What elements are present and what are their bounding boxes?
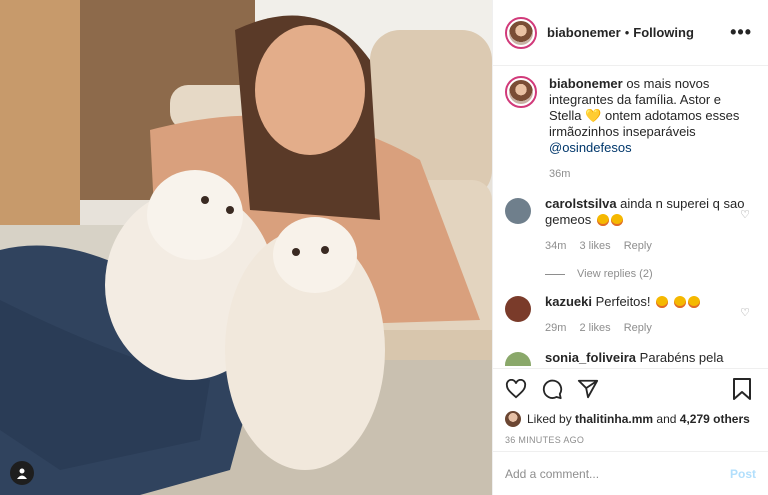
comment-input[interactable] [505,466,730,481]
heart-eyes-emoji [596,214,609,226]
liker-avatar[interactable] [505,411,521,427]
comment-likes[interactable]: 3 likes [579,240,610,252]
liked-by-user[interactable]: thalitinha.mm [575,412,653,426]
comment-username[interactable]: sonia_foliveira [545,350,636,365]
caption-mention[interactable]: @osindefesos [549,140,632,155]
comment-avatar[interactable] [505,352,531,366]
comment-item: kazueki Perfeitos! 29m 2 likes Reply ♡ [505,294,752,336]
comment-username[interactable]: carolstsilva [545,196,617,211]
liked-by: Liked by thalitinha.mm and 4,279 others [505,411,752,427]
comment-text: Parabéns pela [639,350,724,365]
replies-line [545,273,565,275]
liked-by-and: and [656,412,677,426]
heart-eyes-emoji [610,214,623,226]
comment-likes[interactable]: 2 likes [579,322,610,334]
caption-time: 36m [549,168,571,180]
more-options-icon[interactable]: ••• [730,22,752,43]
yellow-heart-emoji: 💛 [585,108,602,123]
comment-like-icon[interactable]: ♡ [740,208,750,221]
reply-button[interactable]: Reply [624,240,652,252]
comments-list[interactable]: biabonemer os mais novos integrantes da … [493,66,768,366]
caption-avatar[interactable] [505,76,537,108]
view-replies-label: View replies (2) [577,268,653,280]
comment-avatar[interactable] [505,198,531,224]
liked-by-prefix: Liked by [527,412,572,426]
comment-icon[interactable] [541,378,563,400]
view-replies-button[interactable]: View replies (2) [545,268,752,280]
comment-item: sonia_foliveira Parabéns pela [505,350,752,366]
author-avatar[interactable] [505,16,537,49]
comment-text: Perfeitos! [595,294,651,309]
post-timestamp: 36 MINUTES AGO [505,435,585,445]
post-actions: Liked by thalitinha.mm and 4,279 others … [493,368,768,445]
add-comment-bar: Post [493,451,768,495]
comment-like-icon[interactable]: ♡ [740,306,750,319]
comment-time: 34m [545,240,567,252]
liked-by-others[interactable]: 4,279 others [680,412,750,426]
share-icon[interactable] [577,378,599,400]
heart-eyes-emoji [673,296,686,308]
reply-button[interactable]: Reply [624,322,652,334]
header-separator: • [624,25,630,40]
post-header: biabonemer • Following ••• [493,0,768,66]
post-side-panel: biabonemer • Following ••• biabonemer os… [492,0,768,495]
following-button[interactable]: Following [633,25,694,40]
heart-icon[interactable] [505,379,527,399]
caption-username[interactable]: biabonemer [549,76,623,91]
user-tag-icon[interactable] [10,461,34,485]
comment-avatar[interactable] [505,296,531,322]
comment-time: 29m [545,322,567,334]
post-comment-button[interactable]: Post [730,467,756,481]
heart-eyes-emoji [656,296,669,308]
caption: biabonemer os mais novos integrantes da … [505,76,752,182]
post-photo[interactable] [0,0,492,495]
comment-item: carolstsilva ainda n superei q sao gemeo… [505,196,752,254]
bookmark-icon[interactable] [732,378,752,400]
photo-image [0,0,492,495]
comment-username[interactable]: kazueki [545,294,592,309]
author-username[interactable]: biabonemer [547,25,621,40]
heart-eyes-emoji [687,296,700,308]
